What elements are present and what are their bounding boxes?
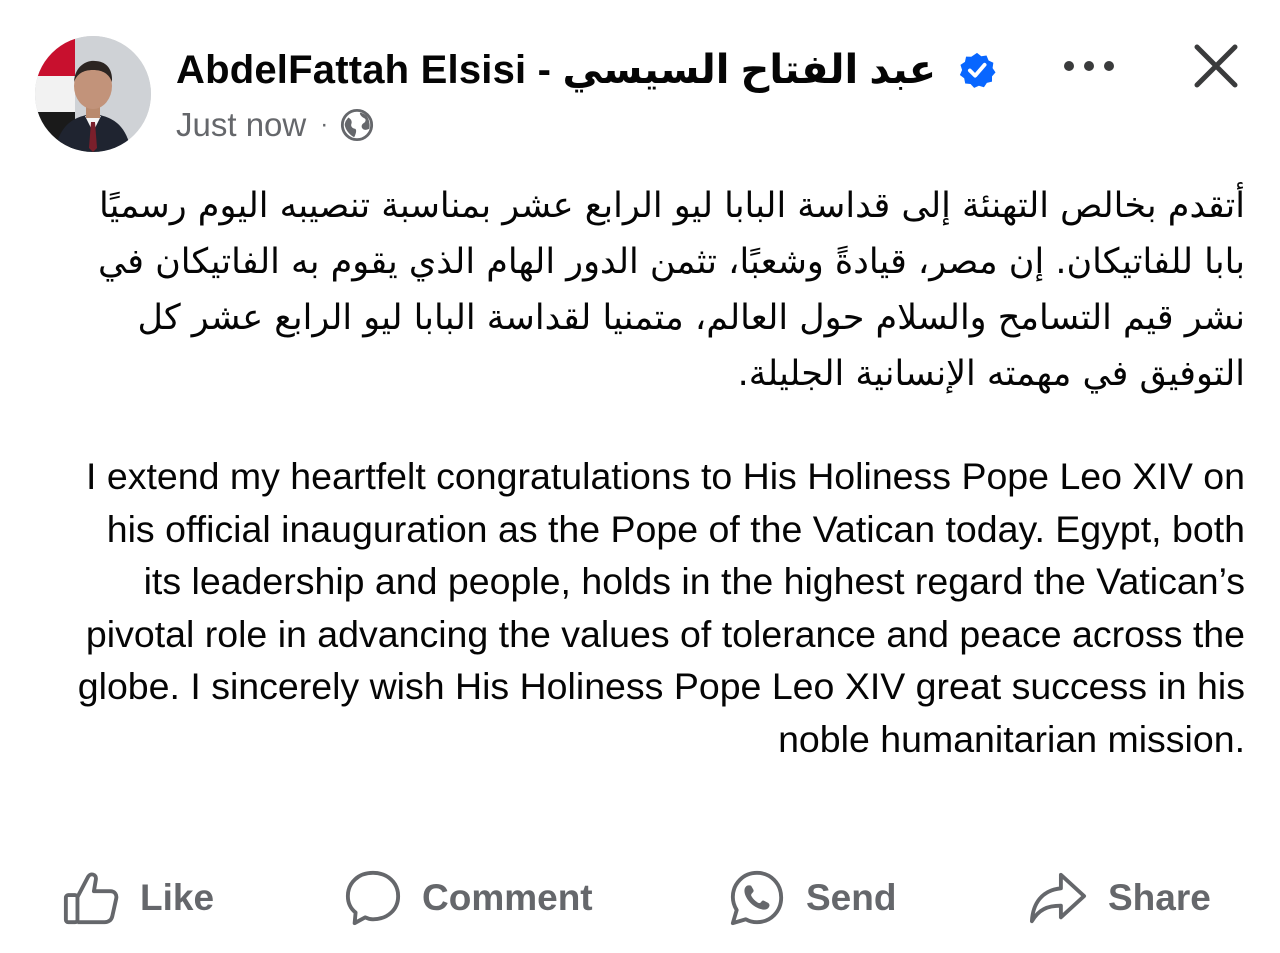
globe-icon[interactable] — [340, 108, 374, 142]
facebook-post: AbdelFattah Elsisi - عبد الفتاح السيسي J… — [0, 0, 1280, 953]
avatar-image — [35, 36, 151, 152]
post-action-bar: Like Comment Send Share — [0, 858, 1280, 938]
meta-separator: · — [320, 111, 329, 138]
more-options-button[interactable] — [1060, 46, 1118, 86]
post-meta: Just now · — [176, 104, 374, 146]
author-row: AbdelFattah Elsisi - عبد الفتاح السيسي — [176, 40, 996, 100]
like-label: Like — [140, 877, 215, 918]
close-icon — [1194, 44, 1238, 88]
more-options-dot — [1104, 61, 1114, 71]
comment-icon — [345, 870, 401, 926]
like-icon — [63, 872, 119, 925]
verified-badge-icon — [958, 51, 996, 89]
whatsapp-icon — [730, 870, 784, 926]
send-button[interactable]: Send — [728, 858, 896, 938]
post-timestamp[interactable]: Just now — [176, 106, 306, 144]
author-name[interactable]: AbdelFattah Elsisi - عبد الفتاح السيسي — [176, 47, 936, 93]
comment-label: Comment — [422, 877, 593, 918]
send-label: Send — [806, 877, 897, 918]
share-button[interactable]: Share — [1028, 858, 1211, 938]
more-options-icon — [1064, 61, 1074, 71]
share-icon — [1029, 872, 1087, 924]
post-text-english: I extend my heartfelt congratulations to… — [77, 455, 1245, 760]
post-text-arabic: أتقدم بخالص التهنئة إلى قداسة البابا ليو… — [98, 186, 1245, 394]
comment-button[interactable]: Comment — [344, 858, 593, 938]
close-button[interactable] — [1190, 40, 1242, 92]
share-label: Share — [1108, 877, 1211, 918]
avatar[interactable] — [35, 36, 151, 152]
like-button[interactable]: Like — [62, 858, 214, 938]
more-options-dot — [1084, 61, 1094, 71]
